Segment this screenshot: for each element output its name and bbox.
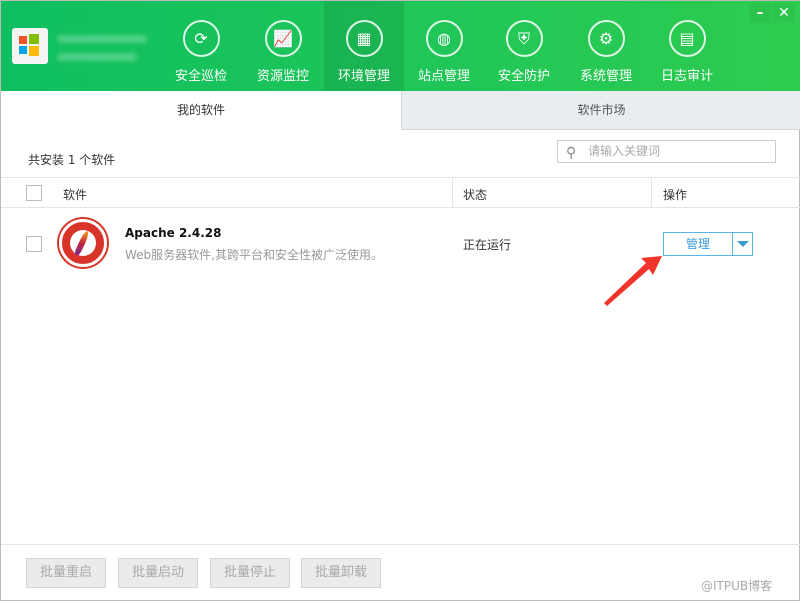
annotation-arrow <box>604 256 662 306</box>
batch-uninstall-button[interactable]: 批量卸载 <box>301 558 381 588</box>
watermark: @ITPUB博客 <box>701 579 773 593</box>
batch-restart-button[interactable]: 批量重启 <box>26 558 106 588</box>
footer-divider <box>1 544 800 545</box>
batch-start-button[interactable]: 批量启动 <box>118 558 198 588</box>
batch-stop-button[interactable]: 批量停止 <box>210 558 290 588</box>
